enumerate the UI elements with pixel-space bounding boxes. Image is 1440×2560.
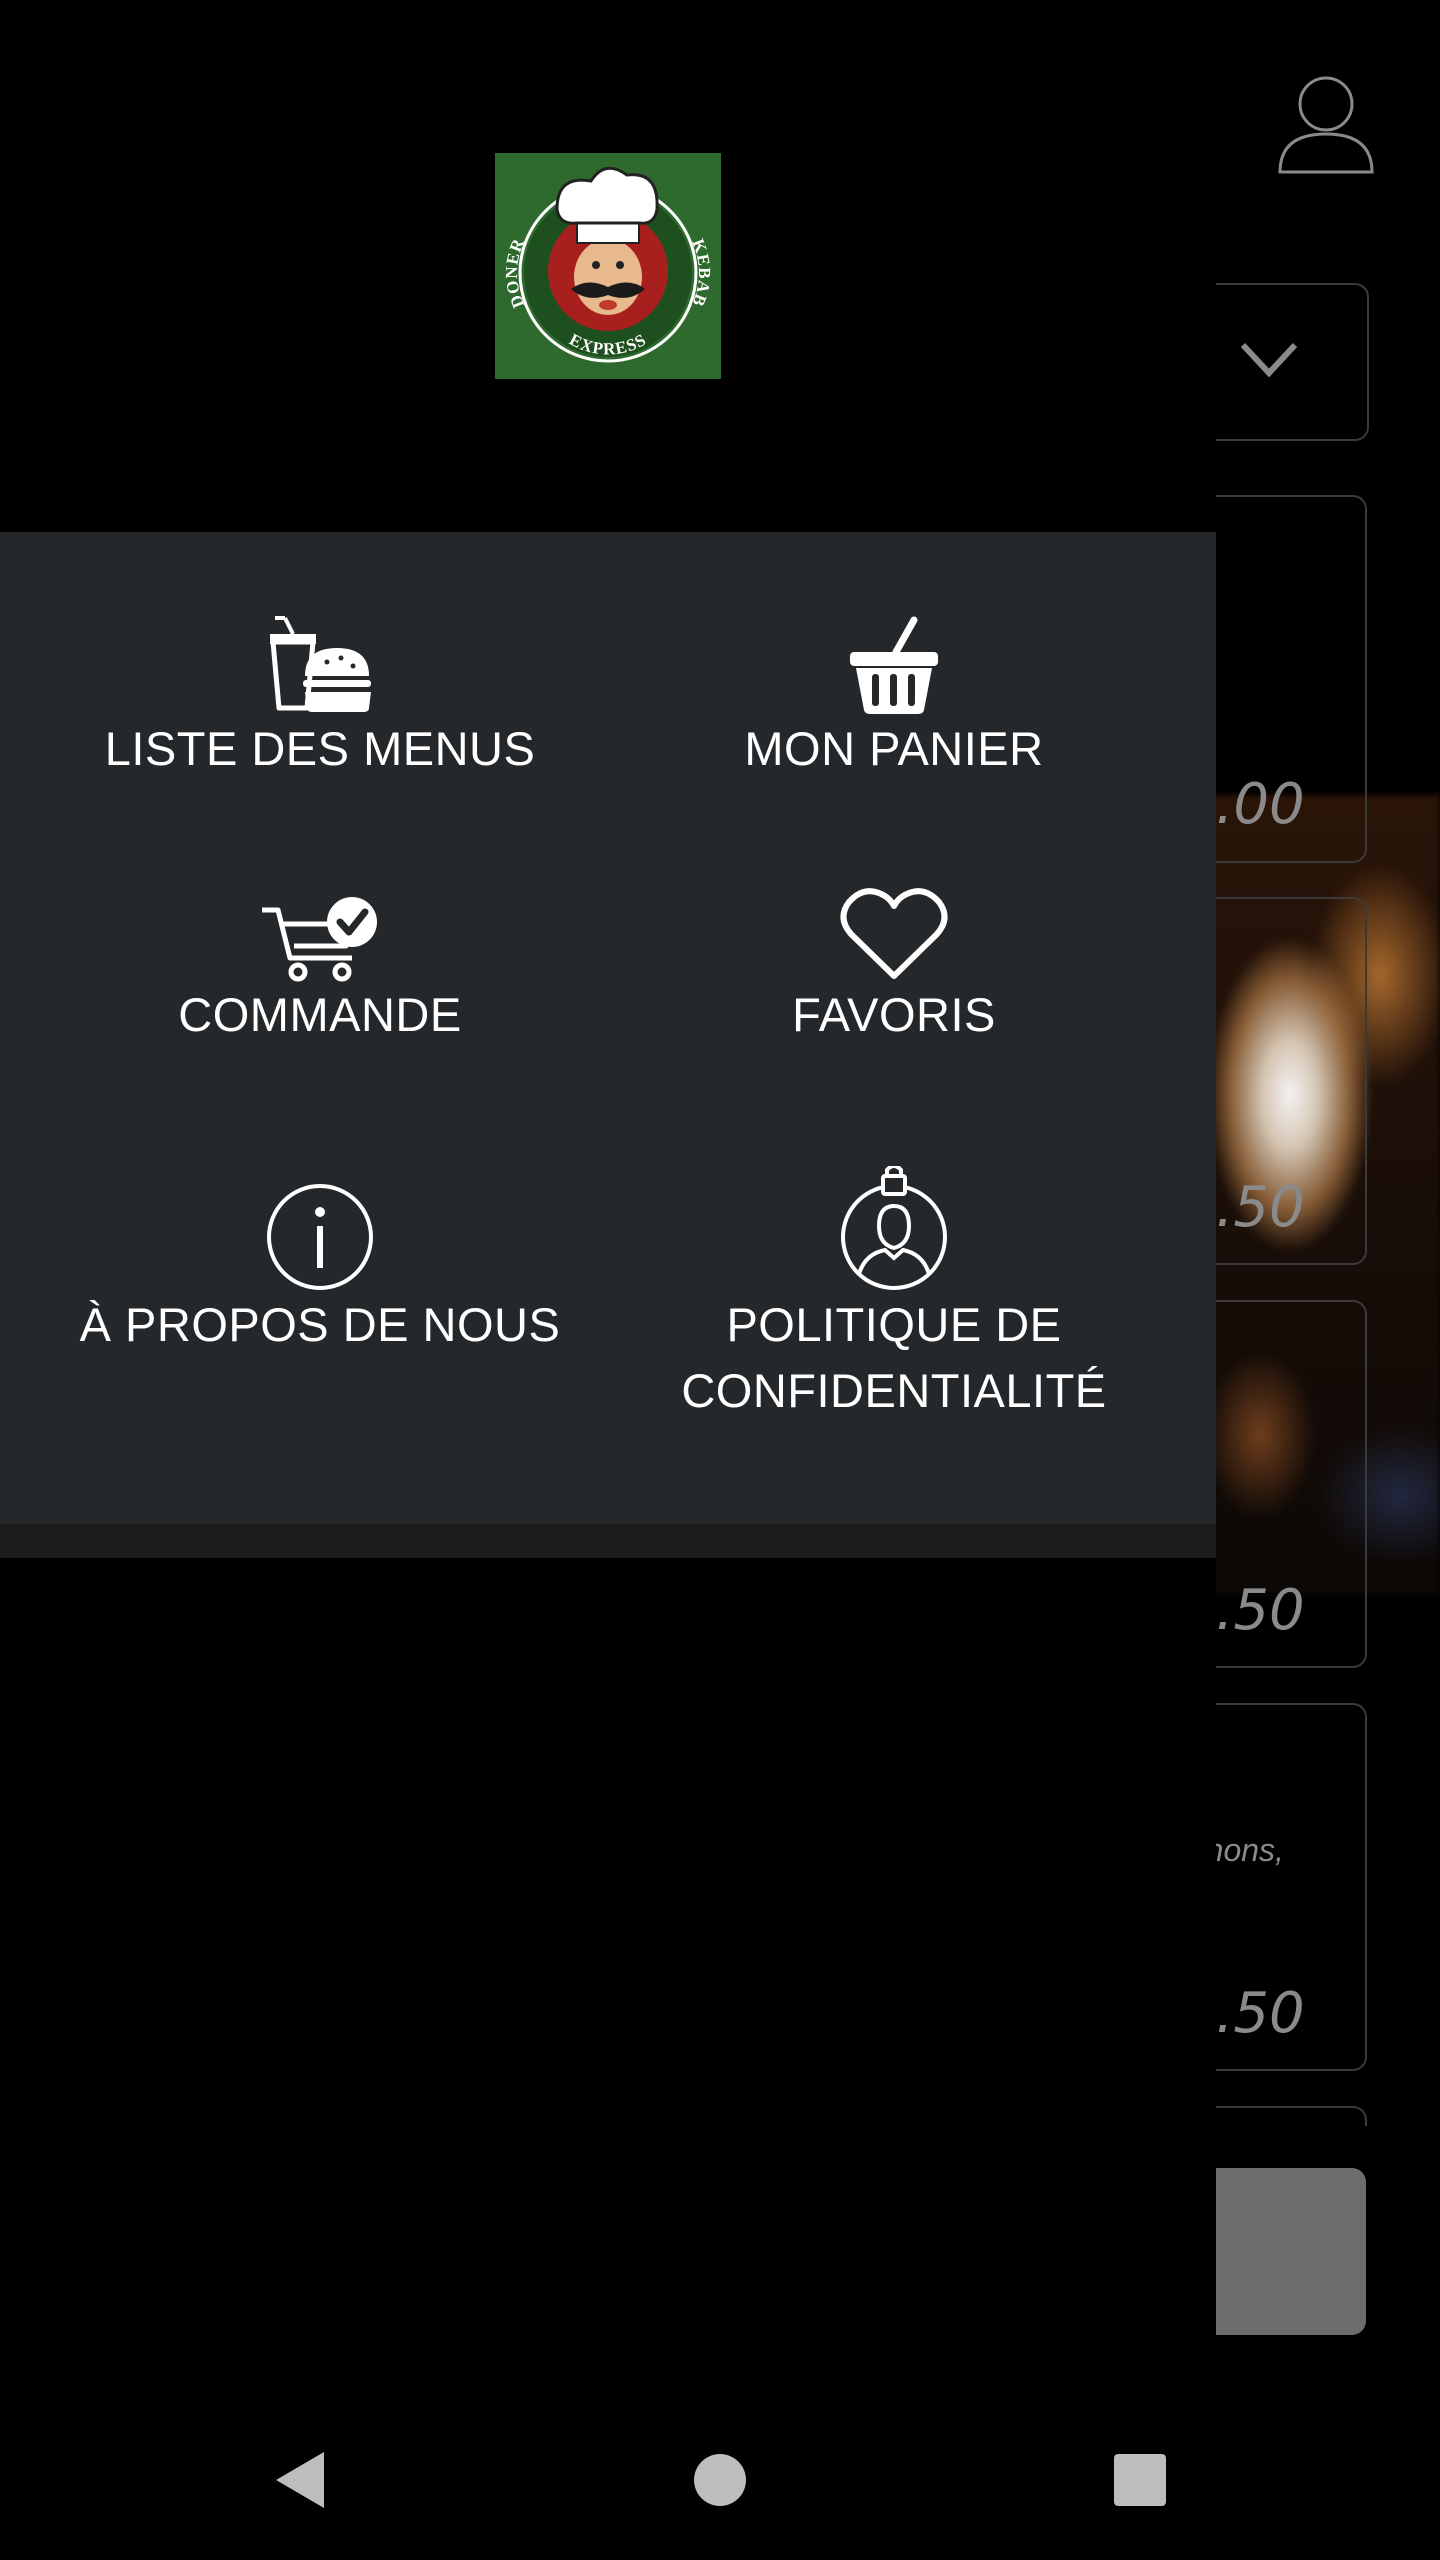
menu-item-privacy-policy[interactable]: POLITIQUE DE CONFIDENTIALITÉ [614,1166,1174,1424]
info-icon [267,1184,373,1290]
menu-item-label: À PROPOS DE NOUS [79,1298,561,1351]
screen: 3.00 5.50 5.50 5.50 rnons, DONER KEBAB E… [0,0,1440,2560]
menu-item-label: MON PANIER [744,722,1044,775]
chevron-down-icon [1240,342,1298,378]
menu-item-favorites[interactable]: FAVORIS [614,884,1174,1048]
menu-item-cart[interactable]: MON PANIER [614,616,1174,782]
brand-logo: DONER KEBAB EXPRESS [495,153,721,379]
menu-item-menu-list[interactable]: LISTE DES MENUS [40,616,600,782]
cart-check-icon [262,897,377,982]
menu-list-icon [270,616,371,712]
menu-divider [0,1524,1216,1558]
menu-panel: LISTE DES MENUS MON PANIER COMMANDE FAVO… [0,532,1216,1524]
home-icon[interactable] [688,2448,752,2512]
privacy-icon [841,1166,947,1290]
menu-item-label: FAVORIS [792,988,996,1041]
heart-icon [840,888,948,979]
menu-item-about[interactable]: À PROPOS DE NOUS [40,1182,600,1358]
navigation-drawer: DONER KEBAB EXPRESS LISTE DES MENUS MON … [0,0,1216,2400]
menu-item-label: POLITIQUE DE CONFIDENTIALITÉ [681,1298,1107,1417]
recents-icon[interactable] [1108,2448,1172,2512]
menu-item-label: COMMANDE [178,988,462,1041]
basket-icon [850,616,938,714]
menu-item-order[interactable]: COMMANDE [40,896,600,1048]
menu-item-label: LISTE DES MENUS [104,722,536,775]
user-profile-icon[interactable] [1276,72,1376,176]
back-icon[interactable] [268,2448,332,2512]
